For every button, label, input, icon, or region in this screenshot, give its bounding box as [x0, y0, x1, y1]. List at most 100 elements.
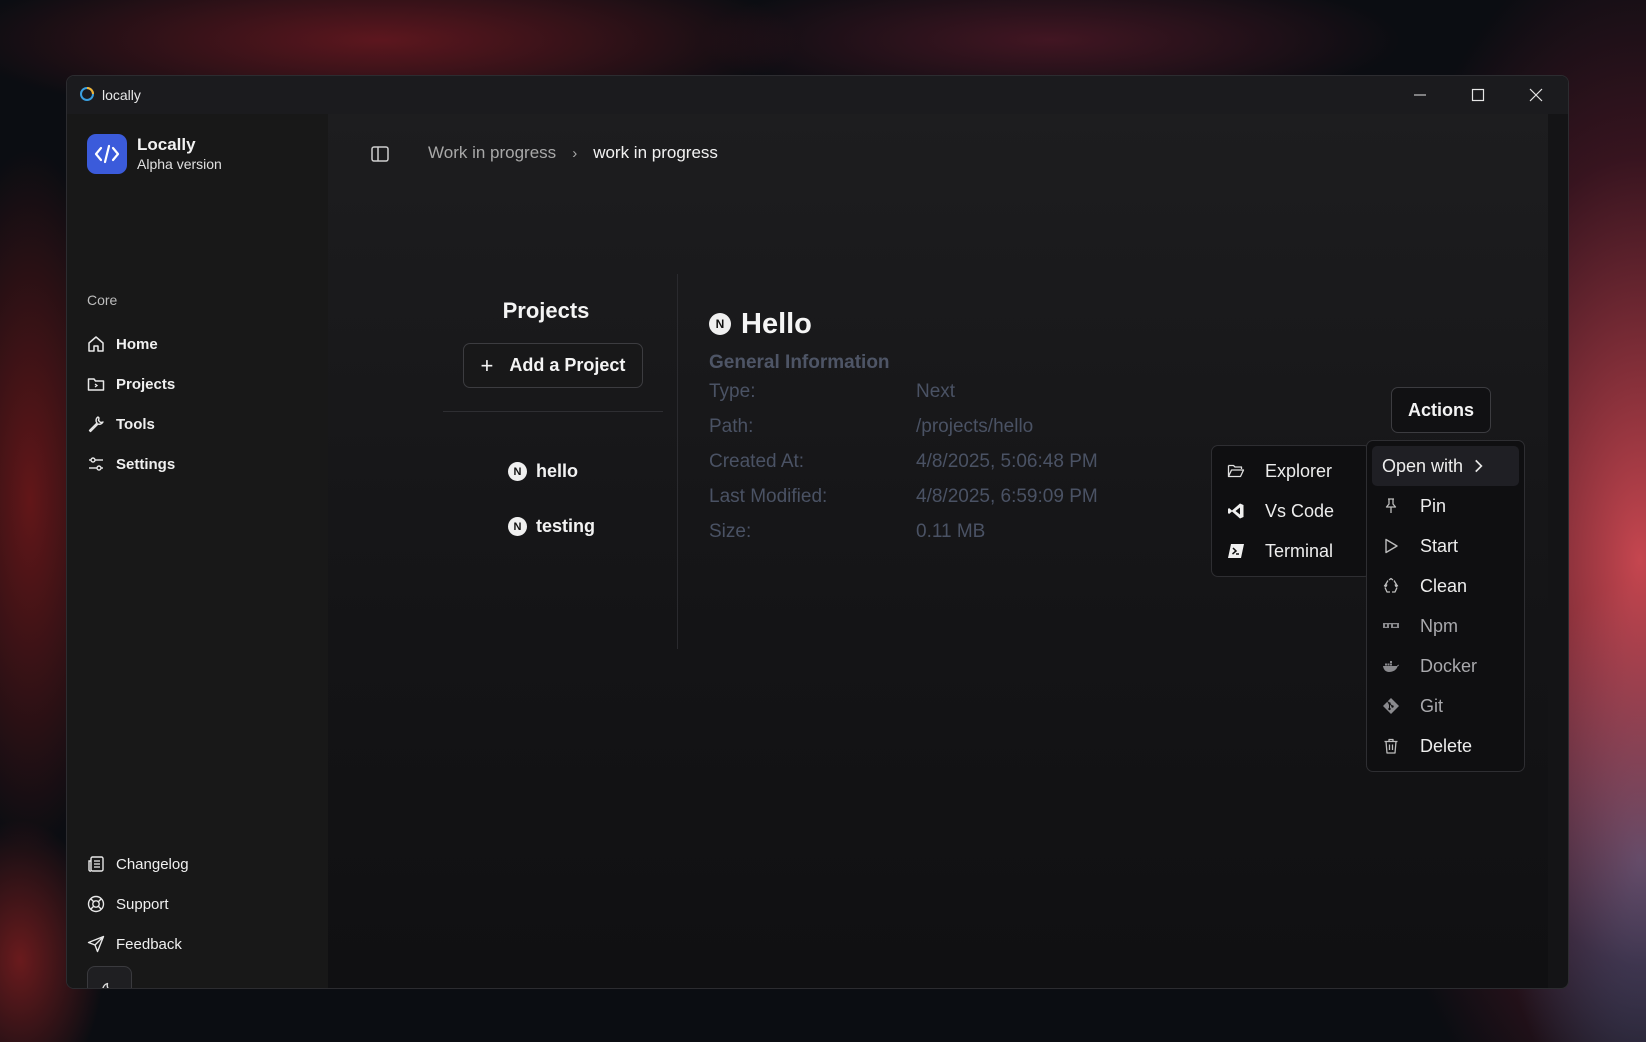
- folder-icon: [87, 378, 105, 391]
- add-project-label: Add a Project: [509, 355, 626, 375]
- title-bar: locally: [67, 76, 1568, 114]
- info-value: Next: [916, 380, 956, 402]
- info-key: Last Modified:: [709, 485, 828, 507]
- add-project-button[interactable]: + Add a Project: [463, 343, 643, 388]
- menu-item-clean[interactable]: Clean: [1372, 566, 1519, 606]
- git-icon: [1383, 698, 1399, 714]
- menu-item-label: Open with: [1382, 455, 1464, 476]
- project-title: N Hello: [709, 304, 1098, 344]
- sidebar-item-settings[interactable]: Settings: [87, 444, 307, 484]
- maximize-icon: [1471, 88, 1485, 102]
- newspaper-icon: [88, 856, 104, 872]
- sidebar-item-label: Changelog: [116, 855, 189, 873]
- project-item-hello[interactable]: N hello: [508, 444, 595, 499]
- sidebar-item-label: Home: [116, 335, 158, 353]
- menu-item-npm[interactable]: Npm: [1372, 606, 1519, 646]
- menu-item-start[interactable]: Start: [1372, 526, 1519, 566]
- app-window: locally Locally Alpha version Core Home: [66, 75, 1569, 989]
- next-logo-icon: N: [508, 462, 527, 481]
- info-value: 0.11 MB: [916, 520, 986, 542]
- section-label-core: Core: [87, 292, 118, 308]
- info-value: 4/8/2025, 5:06:48 PM: [916, 450, 1098, 472]
- sidebar-item-label: Support: [116, 895, 169, 913]
- docker-icon: [1383, 661, 1399, 672]
- pin-icon: [1385, 498, 1397, 513]
- info-row-size: Size: 0.11 MB: [709, 514, 1098, 549]
- sidebar-item-feedback[interactable]: Feedback: [87, 924, 307, 964]
- chevron-right-icon: [1475, 459, 1483, 473]
- trash-icon: [1384, 738, 1398, 754]
- project-name: testing: [536, 516, 596, 536]
- menu-item-pin[interactable]: Pin: [1372, 486, 1519, 526]
- menu-item-docker[interactable]: Docker: [1372, 646, 1519, 686]
- breadcrumb-parent[interactable]: Work in progress: [428, 143, 556, 163]
- info-value: /projects/hello: [916, 415, 1034, 437]
- project-item-testing[interactable]: N testing: [508, 499, 595, 554]
- home-icon: [88, 336, 104, 352]
- next-logo-icon: N: [709, 313, 731, 335]
- info-key: Path:: [709, 415, 754, 437]
- breadcrumb: Work in progress › work in progress: [428, 143, 718, 163]
- info-row-created: Created At: 4/8/2025, 5:06:48 PM: [709, 444, 1098, 479]
- menu-item-label: Start: [1420, 535, 1459, 556]
- actions-menu: Open with Pin Start Clean Npm Docker Git: [1366, 440, 1525, 772]
- recycle-icon: [1383, 577, 1399, 593]
- minimize-button[interactable]: [1391, 76, 1449, 114]
- sidebar-toggle-icon[interactable]: [370, 144, 390, 164]
- info-value: 4/8/2025, 6:59:09 PM: [916, 485, 1098, 507]
- sidebar-item-changelog[interactable]: Changelog: [87, 844, 307, 884]
- theme-toggle-button[interactable]: [87, 966, 132, 988]
- brand-subtitle: Alpha version: [137, 156, 222, 172]
- menu-item-label: Docker: [1420, 655, 1478, 676]
- npm-icon: [1383, 623, 1399, 628]
- sidebar-bottom-nav: Changelog Support Feedback: [87, 844, 307, 964]
- menu-item-vscode[interactable]: Vs Code: [1217, 491, 1365, 531]
- menu-item-label: Pin: [1420, 495, 1447, 516]
- close-icon: [1529, 88, 1543, 102]
- menu-item-git[interactable]: Git: [1372, 686, 1519, 726]
- sidebar-nav: Home Projects Tools Settings: [87, 324, 307, 484]
- project-title-text: Hello: [741, 307, 812, 340]
- menu-item-explorer[interactable]: Explorer: [1217, 451, 1365, 491]
- play-icon: [1385, 538, 1398, 554]
- moon-icon: [101, 982, 109, 988]
- menu-item-terminal[interactable]: Terminal: [1217, 531, 1365, 571]
- general-info-heading: General Information: [709, 352, 890, 373]
- folder-open-icon: [1227, 464, 1245, 478]
- breadcrumb-current: work in progress: [593, 143, 718, 162]
- terminal-icon: [1228, 544, 1244, 558]
- sidebar-item-support[interactable]: Support: [87, 884, 307, 924]
- open-with-submenu: Explorer Vs Code Terminal: [1211, 445, 1371, 577]
- menu-item-label: Explorer: [1265, 460, 1333, 481]
- project-list: N hello N testing: [508, 444, 595, 554]
- menu-item-label: Terminal: [1265, 540, 1334, 561]
- app-icon: [80, 87, 94, 101]
- info-row-path: Path: /projects/hello: [709, 409, 1098, 444]
- menu-item-delete[interactable]: Delete: [1372, 726, 1519, 766]
- info-row-modified: Last Modified: 4/8/2025, 6:59:09 PM: [709, 479, 1098, 514]
- menu-item-label: Clean: [1420, 575, 1468, 596]
- window-title: locally: [102, 87, 141, 103]
- menu-item-open-with[interactable]: Open with: [1372, 446, 1519, 486]
- info-key: Type:: [709, 380, 756, 402]
- sidebar-item-home[interactable]: Home: [87, 324, 307, 364]
- wrench-icon: [88, 416, 104, 433]
- actions-button[interactable]: Actions: [1391, 387, 1491, 433]
- sidebar-item-tools[interactable]: Tools: [87, 404, 307, 444]
- plus-icon: +: [480, 352, 494, 378]
- sidebar-item-label: Settings: [116, 455, 176, 473]
- sidebar-item-label: Tools: [116, 415, 155, 433]
- sidebar-item-label: Projects: [116, 375, 176, 393]
- brand[interactable]: Locally Alpha version: [87, 134, 222, 174]
- menu-item-label: Vs Code: [1265, 500, 1335, 521]
- lifebuoy-icon: [87, 895, 105, 913]
- chevron-right-icon: ›: [572, 144, 578, 162]
- next-logo-icon: N: [508, 517, 527, 536]
- brand-name: Locally: [137, 135, 196, 154]
- vertical-divider: [677, 274, 678, 649]
- maximize-button[interactable]: [1449, 76, 1507, 114]
- close-button[interactable]: [1507, 76, 1565, 114]
- info-key: Size:: [709, 520, 752, 542]
- project-detail: N Hello General Information Type: Next P…: [709, 304, 1098, 549]
- sidebar-item-projects[interactable]: Projects: [87, 364, 307, 404]
